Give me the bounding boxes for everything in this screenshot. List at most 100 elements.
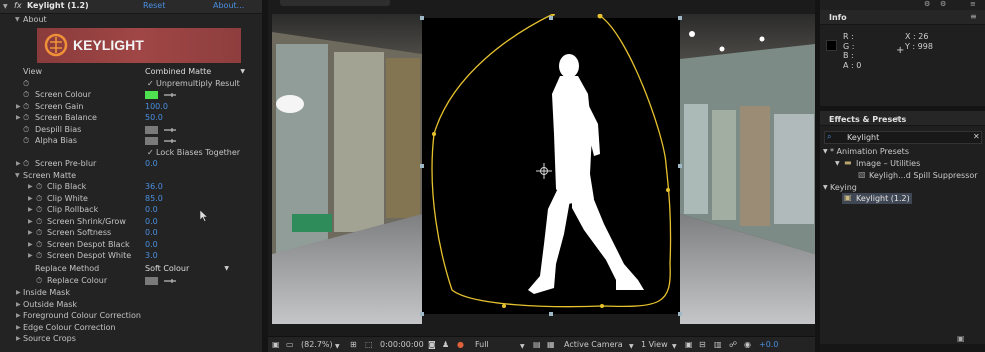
eyedropper-icon[interactable] xyxy=(163,277,177,285)
stopwatch-icon[interactable]: ⏱ xyxy=(23,124,29,136)
clip-black-value[interactable]: 36.0 xyxy=(145,181,163,193)
chevron-down-icon[interactable]: ▼ xyxy=(672,341,677,352)
expand-arrow-icon[interactable]: ▼ xyxy=(15,14,20,26)
expand-arrow-icon[interactable]: ▶ xyxy=(28,250,33,262)
stopwatch-icon[interactable]: ⏱ xyxy=(23,135,29,147)
stopwatch-icon[interactable]: ⏱ xyxy=(36,204,42,216)
tree-keying[interactable]: Keying xyxy=(830,183,857,192)
timeline-icon[interactable]: ▥ xyxy=(714,339,722,351)
unpremultiply-checkbox[interactable]: ✓ xyxy=(147,78,154,90)
target-region-icon[interactable]: ▤ xyxy=(533,339,541,351)
reset-button[interactable]: Reset xyxy=(143,1,165,10)
shrink-grow-value[interactable]: 0.0 xyxy=(145,216,158,228)
expand-arrow-icon[interactable]: ▶ xyxy=(28,239,33,251)
new-folder-icon[interactable]: ▣ xyxy=(957,334,965,343)
expand-arrow-icon[interactable]: ▶ xyxy=(16,101,21,113)
expand-arrow-icon[interactable]: ▶ xyxy=(16,310,21,322)
fast-previews-icon[interactable]: ⊟ xyxy=(699,339,706,351)
despill-bias-swatch[interactable] xyxy=(145,125,158,134)
stopwatch-icon[interactable]: ⏱ xyxy=(23,101,29,113)
channel-icon[interactable]: ● xyxy=(457,339,464,351)
panel-menu-icon[interactable]: ≡ xyxy=(970,12,977,21)
expand-arrow-icon[interactable]: ▶ xyxy=(16,158,21,170)
screen-matte-group[interactable]: ▼ Screen Matte xyxy=(0,170,262,182)
softness-value[interactable]: 0.0 xyxy=(145,227,158,239)
screen-preblur-value[interactable]: 0.0 xyxy=(145,158,158,170)
effect-header[interactable]: ▼ fx Keylight (1.2) Reset About... xyxy=(0,0,262,14)
expand-arrow-icon[interactable]: ▶ xyxy=(16,287,21,299)
transparency-grid-icon[interactable]: ▦ xyxy=(547,339,555,351)
timecode[interactable]: 0:00:00:00 xyxy=(380,339,424,351)
group-foreground-cc[interactable]: ▶ Foreground Colour Correction xyxy=(0,310,262,322)
expand-arrow-icon[interactable]: ▼ xyxy=(15,170,20,182)
stopwatch-icon[interactable]: ⏱ xyxy=(36,275,42,287)
chevron-down-icon[interactable]: ▼ xyxy=(520,341,525,352)
expand-arrow-icon[interactable]: ▶ xyxy=(28,193,33,205)
composition-canvas[interactable] xyxy=(272,14,815,324)
expand-arrow-icon[interactable]: ▼ xyxy=(823,184,828,191)
view-dropdown[interactable]: Combined Matte ▼ xyxy=(145,66,247,78)
region-of-interest-icon[interactable]: ⬚ xyxy=(365,339,373,351)
stopwatch-icon[interactable]: ⏱ xyxy=(36,216,42,228)
despot-white-value[interactable]: 3.0 xyxy=(145,250,158,262)
stopwatch-icon[interactable]: ⏱ xyxy=(23,112,29,124)
screen-colour-swatch[interactable] xyxy=(145,91,158,99)
toggle-pixel-aspect-icon[interactable]: ▣ xyxy=(685,339,693,351)
viewer-tab[interactable] xyxy=(280,0,390,6)
fx-toggle[interactable]: fx xyxy=(14,1,22,10)
expand-arrow-icon[interactable]: ▼ xyxy=(835,160,840,167)
exposure-value[interactable]: +0.0 xyxy=(759,339,778,351)
despot-black-value[interactable]: 0.0 xyxy=(145,239,158,251)
views-dropdown[interactable]: 1 View xyxy=(641,339,668,351)
reset-exposure-icon[interactable]: ◉ xyxy=(744,339,751,351)
show-snapshot-icon[interactable]: ♟ xyxy=(442,339,449,351)
tree-keylight-selected[interactable]: ▣ Keylight (1.2) xyxy=(842,193,912,204)
expand-arrow-icon[interactable]: ▶ xyxy=(16,299,21,311)
clip-rollback-value[interactable]: 0.0 xyxy=(145,204,158,216)
expand-arrow-icon[interactable]: ▶ xyxy=(28,181,33,193)
stopwatch-icon[interactable]: ⏱ xyxy=(36,227,42,239)
resolution-dropdown[interactable]: Full xyxy=(475,339,489,351)
panel-menu-icon[interactable]: ≡ xyxy=(970,0,976,8)
grid-icon[interactable]: ⊞ xyxy=(350,339,357,351)
eyedropper-icon[interactable] xyxy=(163,126,177,134)
info-panel-title[interactable]: Info xyxy=(829,13,847,22)
stopwatch-icon[interactable]: ⏱ xyxy=(36,239,42,251)
panel-options-icon[interactable]: ⚙ xyxy=(940,0,946,8)
expand-arrow-icon[interactable]: ▶ xyxy=(16,322,21,334)
collapse-arrow-icon[interactable]: ▼ xyxy=(3,3,8,10)
expand-arrow-icon[interactable]: ▼ xyxy=(823,148,828,155)
expand-arrow-icon[interactable]: ▶ xyxy=(28,204,33,216)
monitor-icon[interactable]: ▭ xyxy=(286,339,294,351)
screen-gain-value[interactable]: 100.0 xyxy=(145,101,168,113)
eyedropper-icon[interactable] xyxy=(163,137,177,145)
lock-biases-checkbox[interactable]: ✓ xyxy=(147,147,154,159)
expand-arrow-icon[interactable]: ▶ xyxy=(16,112,21,124)
panel-options-icon[interactable]: ⚙ xyxy=(924,0,930,8)
expand-arrow-icon[interactable]: ▶ xyxy=(28,216,33,228)
group-inside-mask[interactable]: ▶ Inside Mask xyxy=(0,287,262,299)
zoom-dropdown[interactable]: (82.7%) xyxy=(301,339,333,351)
stopwatch-icon[interactable]: ⏱ xyxy=(36,250,42,262)
replace-method-dropdown[interactable]: Soft Colour ▼ xyxy=(145,263,231,275)
tree-animation-presets[interactable]: * Animation Presets xyxy=(830,147,909,156)
tree-image-utilities[interactable]: Image – Utilities xyxy=(856,159,920,168)
panel-menu-icon[interactable]: ≡ xyxy=(895,114,902,123)
group-source-crops[interactable]: ▶ Source Crops xyxy=(0,333,262,345)
about-group[interactable]: ▼ About xyxy=(0,14,262,26)
stopwatch-icon[interactable]: ⏱ xyxy=(36,193,42,205)
clip-white-value[interactable]: 85.0 xyxy=(145,193,163,205)
camera-dropdown[interactable]: Active Camera xyxy=(564,339,623,351)
stopwatch-icon[interactable]: ⏱ xyxy=(23,158,29,170)
group-outside-mask[interactable]: ▶ Outside Mask xyxy=(0,299,262,311)
stopwatch-icon[interactable]: ⏱ xyxy=(36,181,42,193)
stopwatch-icon[interactable]: ⏱ xyxy=(23,89,29,101)
about-link[interactable]: About... xyxy=(213,1,244,10)
screen-balance-value[interactable]: 50.0 xyxy=(145,112,163,124)
expand-arrow-icon[interactable]: ▶ xyxy=(28,227,33,239)
stopwatch-icon[interactable]: ⏱ xyxy=(23,78,29,90)
eyedropper-icon[interactable] xyxy=(163,91,177,99)
clear-search-icon[interactable]: ✕ xyxy=(973,132,980,141)
snapshot-icon[interactable]: ◙ xyxy=(428,339,436,351)
flowchart-icon[interactable]: ☍ xyxy=(729,339,737,351)
